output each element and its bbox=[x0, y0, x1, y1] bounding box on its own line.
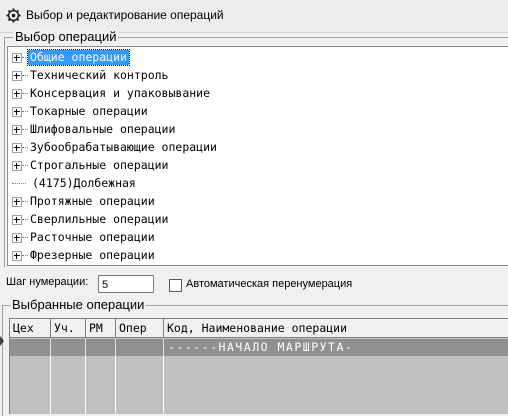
selected-operations-table[interactable]: Цех Уч. РМ Опер Код, Наименование операц… bbox=[9, 318, 508, 414]
window-title: Выбор и редактирование операций bbox=[26, 8, 224, 22]
tree-item-label[interactable]: Токарные операции bbox=[28, 104, 150, 119]
tree-item-label[interactable]: Протяжные операции bbox=[28, 194, 157, 209]
expand-icon[interactable] bbox=[12, 107, 22, 117]
operations-tree[interactable]: Общие операции Технический контроль Конс… bbox=[7, 46, 508, 266]
route-start-text: ------НАЧАЛО МАРШРУТА- bbox=[168, 340, 354, 354]
selected-operations-label: Выбранные операции bbox=[10, 297, 147, 312]
operations-group-label: Выбор операций bbox=[13, 29, 119, 44]
gear-icon bbox=[6, 8, 21, 23]
auto-renumber-checkbox[interactable] bbox=[169, 279, 182, 292]
column-header-code-name[interactable]: Код, Наименование операции bbox=[164, 319, 508, 338]
column-header-section[interactable]: Уч. bbox=[51, 319, 86, 338]
tree-item-planing[interactable]: Строгальные операции bbox=[8, 157, 508, 175]
auto-renumber-label[interactable]: Автоматическая перенумерация bbox=[186, 278, 352, 290]
tree-item-control[interactable]: Технический контроль bbox=[8, 67, 508, 85]
expand-icon[interactable] bbox=[12, 161, 22, 171]
tree-item-boring[interactable]: Расточные операции bbox=[8, 229, 508, 247]
expand-icon[interactable] bbox=[12, 197, 22, 207]
tree-item-gear-cutting[interactable]: Зубообрабатывающие операции bbox=[8, 139, 508, 157]
numbering-step-input[interactable]: 5 bbox=[98, 275, 154, 293]
tree-item-label[interactable]: Строгальные операции bbox=[28, 158, 170, 173]
table-cell[interactable] bbox=[86, 339, 116, 356]
table-cell[interactable] bbox=[10, 339, 51, 356]
column-header-shop[interactable]: Цех bbox=[10, 319, 51, 338]
table-cell[interactable] bbox=[116, 339, 164, 356]
table-row[interactable]: ------НАЧАЛО МАРШРУТА- bbox=[164, 339, 508, 356]
expand-icon[interactable] bbox=[12, 89, 22, 99]
expand-icon[interactable] bbox=[12, 125, 22, 135]
tree-item-label[interactable]: Технический контроль bbox=[28, 68, 170, 83]
tree-item-broaching[interactable]: Протяжные операции bbox=[8, 193, 508, 211]
tree-item-general[interactable]: Общие операции bbox=[8, 49, 508, 67]
expand-icon[interactable] bbox=[12, 233, 22, 243]
tree-item-conservation[interactable]: Консервация и упаковывание bbox=[8, 85, 508, 103]
expand-icon[interactable] bbox=[12, 143, 22, 153]
table-cell[interactable] bbox=[51, 339, 86, 356]
column-header-operation[interactable]: Опер bbox=[116, 319, 164, 338]
tree-item-label[interactable]: (4175)Долбежная bbox=[30, 176, 138, 191]
tree-item-drilling[interactable]: Сверлильные операции bbox=[8, 211, 508, 229]
tree-item-label[interactable]: Сверлильные операции bbox=[28, 212, 170, 227]
numbering-step-label: Шаг нумерации: bbox=[6, 276, 89, 288]
tree-item-label[interactable]: Фрезерные операции bbox=[28, 248, 157, 263]
tree-item-label[interactable]: Общие операции bbox=[27, 49, 130, 66]
tree-item-label[interactable]: Шлифовальные операции bbox=[28, 122, 177, 137]
splitter-arrow-icon[interactable] bbox=[0, 336, 4, 346]
expand-icon[interactable] bbox=[12, 71, 22, 81]
tree-item-milling[interactable]: Фрезерные операции bbox=[8, 247, 508, 265]
tree-item-label[interactable]: Зубообрабатывающие операции bbox=[28, 140, 219, 155]
expand-icon[interactable] bbox=[12, 215, 22, 225]
expand-icon[interactable] bbox=[12, 251, 22, 261]
tree-item-turning[interactable]: Токарные операции bbox=[8, 103, 508, 121]
expand-icon[interactable] bbox=[12, 53, 22, 63]
tree-item-grinding[interactable]: Шлифовальные операции bbox=[8, 121, 508, 139]
tree-item-label[interactable]: Консервация и упаковывание bbox=[28, 86, 212, 101]
column-header-workplace[interactable]: РМ bbox=[86, 319, 116, 338]
tree-item-slotting[interactable]: (4175)Долбежная bbox=[8, 175, 508, 193]
tree-item-label[interactable]: Расточные операции bbox=[28, 230, 157, 245]
